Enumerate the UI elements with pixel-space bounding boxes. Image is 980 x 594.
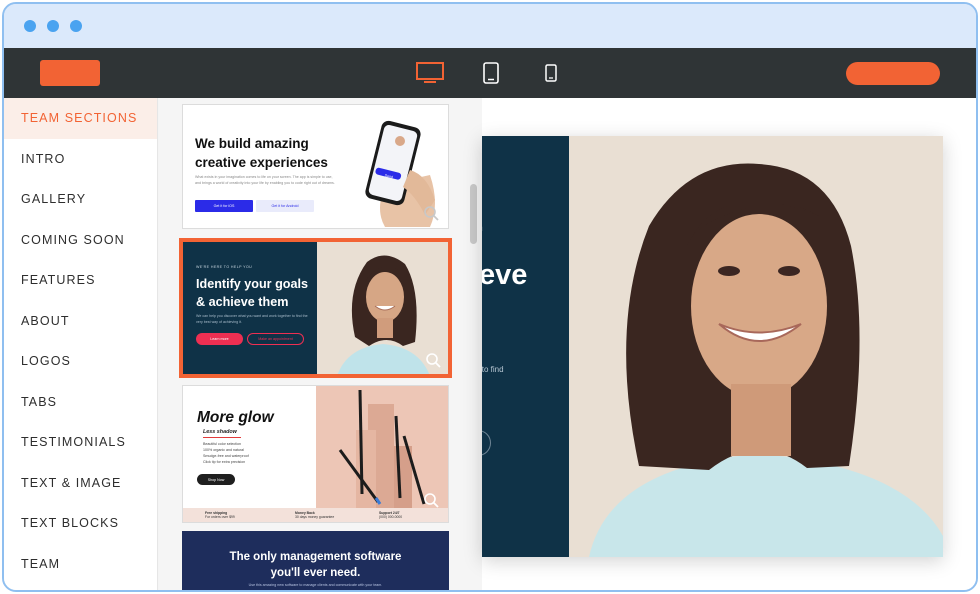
thumb-subtitle: Less shadow [203, 429, 237, 435]
preview-hero: I. eve her to find [482, 136, 943, 557]
thumb-body: We can help you discover what you want a… [196, 314, 308, 324]
feature-money-back: Money Back 30 days money guarantee [295, 511, 335, 519]
thumbnail-product-glow[interactable]: More glow Less shadow Beautiful color se… [182, 385, 449, 523]
device-desktop-button[interactable] [412, 48, 448, 98]
thumbnail-goals-hero[interactable]: WE'RE HERE TO HELP YOU Identify your goa… [179, 238, 452, 378]
thumb-appointment-button: Make an appointment [247, 333, 304, 345]
thumb-ios-button: Get it for iOS [195, 200, 253, 212]
phone-icon [545, 64, 557, 82]
thumb-dark-panel: WE'RE HERE TO HELP YOU Identify your goa… [183, 242, 317, 374]
section-category-sidebar: TEAM SECTIONS INTRO GALLERY COMING SOON … [4, 98, 158, 590]
sidebar-item-about[interactable]: ABOUT [4, 301, 157, 342]
thumb-title: More glow [197, 409, 274, 426]
tablet-icon [483, 62, 499, 84]
toolbar [4, 48, 976, 98]
thumb-android-button: Get it for Android [256, 200, 314, 212]
thumb-bullet-list: Beautiful color selection 100% organic a… [203, 442, 249, 464]
thumb-body: Use this amazing new software to manage … [248, 583, 383, 587]
window-dot-maximize[interactable] [70, 20, 82, 32]
feature-support: Support 24/7 (000) 000-0000 [379, 511, 403, 519]
preview-title-partial-2: eve [482, 259, 528, 291]
thumb-shop-button: Shop Now [197, 474, 235, 485]
logo-button[interactable] [40, 60, 100, 86]
preview-title-partial-1: I. [482, 206, 484, 239]
app-window: TEAM SECTIONS INTRO GALLERY COMING SOON … [2, 2, 978, 592]
sidebar-item-logos[interactable]: LOGOS [4, 341, 157, 382]
sidebar-item-text-image[interactable]: TEXT & IMAGE [4, 463, 157, 504]
title-bar [4, 4, 976, 48]
thumb-learn-button: Learn more [196, 333, 243, 345]
section-thumbnail-list: We build amazing creative experiences Wh… [159, 98, 482, 590]
sidebar-item-features[interactable]: FEATURES [4, 260, 157, 301]
sidebar-item-coming-soon[interactable]: COMING SOON [4, 220, 157, 261]
section-preview: I. eve her to find [482, 98, 976, 590]
sidebar-item-team[interactable]: TEAM [4, 544, 157, 585]
device-tablet-button[interactable] [478, 48, 504, 98]
sidebar-item-tabs[interactable]: TABS [4, 382, 157, 423]
thumb-title-line2: & achieve them [196, 295, 289, 309]
zoom-icon[interactable] [423, 205, 439, 221]
window-dot-minimize[interactable] [47, 20, 59, 32]
preview-body-partial: her to find [482, 365, 504, 374]
thumb-feature-strip: Free shipping For orders over $99 Money B… [183, 508, 448, 522]
zoom-icon[interactable] [423, 492, 439, 508]
sidebar-item-text-blocks[interactable]: TEXT BLOCKS [4, 503, 157, 544]
subtitle-underline [203, 437, 241, 438]
thumb-pencils-photo [316, 386, 448, 508]
thumb-title-line2: creative experiences [195, 155, 328, 170]
sidebar-item-testimonials[interactable]: TESTIMONIALS [4, 422, 157, 463]
sidebar-item-intro[interactable]: INTRO [4, 139, 157, 180]
preview-dark-panel: I. eve her to find [482, 136, 569, 557]
thumbnail-management-software[interactable]: The only management software you'll ever… [182, 531, 449, 590]
thumb-title-line2: you'll ever need. [270, 567, 361, 579]
sidebar-item-gallery[interactable]: GALLERY [4, 179, 157, 220]
thumb-title-line1: Identify your goals [196, 277, 308, 291]
preview-woman-photo [569, 136, 943, 557]
preview-button-partial[interactable] [482, 430, 491, 456]
zoom-icon[interactable] [425, 352, 441, 368]
thumb-title-line1: We build amazing [195, 136, 309, 151]
feature-shipping: Free shipping For orders over $99 [205, 511, 235, 519]
thumbnail-scrollbar[interactable] [470, 184, 477, 244]
thumbnail-app-promo[interactable]: We build amazing creative experiences Wh… [182, 104, 449, 229]
desktop-icon [416, 62, 444, 83]
window-dot-close[interactable] [24, 20, 36, 32]
device-phone-button[interactable] [540, 48, 562, 98]
sidebar-item-team-sections[interactable]: TEAM SECTIONS [4, 98, 157, 139]
thumb-body: What exists in your imagination comes to… [195, 175, 335, 185]
thumb-title-line1: The only management software [229, 551, 402, 563]
thumb-eyebrow: WE'RE HERE TO HELP YOU [196, 265, 253, 269]
publish-button[interactable] [846, 62, 940, 85]
